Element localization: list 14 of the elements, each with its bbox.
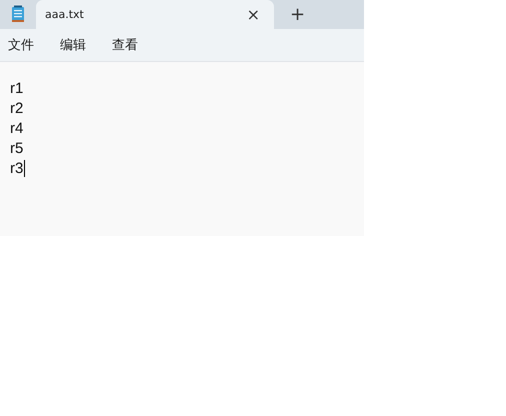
- text-cursor: [24, 160, 26, 176]
- notepad-icon: [11, 5, 25, 23]
- new-tab-button[interactable]: +: [288, 5, 308, 25]
- text-line: r5: [10, 140, 24, 156]
- menu-item[interactable]: 编辑: [54, 34, 92, 56]
- text-line: r3: [10, 160, 24, 176]
- text-line: r1: [10, 80, 24, 96]
- tab-title: aaa.txt: [45, 8, 84, 21]
- close-tab-button[interactable]: ×: [244, 5, 262, 24]
- file-tab[interactable]: aaa.txt ×: [36, 0, 274, 29]
- menu-item[interactable]: 文件: [2, 34, 40, 56]
- menu-item[interactable]: 查看: [106, 34, 144, 56]
- text-line: r2: [10, 100, 24, 116]
- text-line: r4: [10, 120, 24, 136]
